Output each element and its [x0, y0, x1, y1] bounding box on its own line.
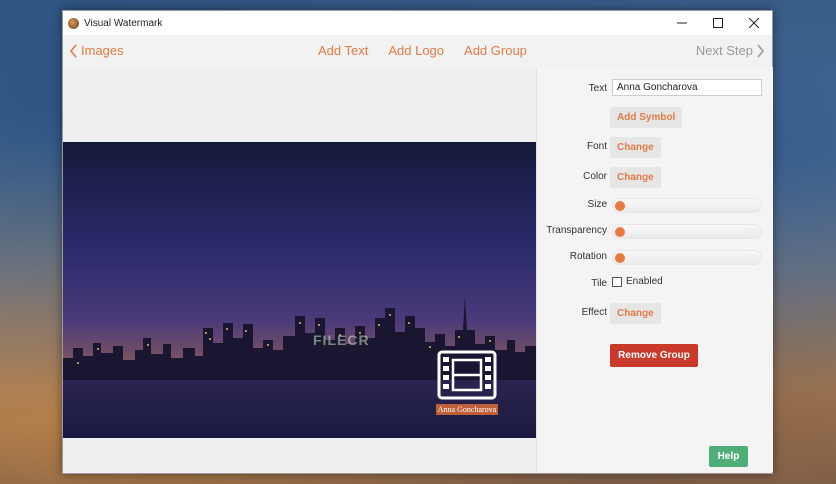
effect-change-button[interactable]: Change: [610, 303, 661, 324]
color-label: Color: [583, 171, 607, 182]
back-to-images-link[interactable]: Images: [69, 43, 124, 58]
title-bar: Visual Watermark: [63, 11, 772, 35]
transparency-label: Transparency: [546, 225, 607, 236]
font-label: Font: [586, 141, 607, 152]
transparency-slider-handle[interactable]: [615, 227, 625, 237]
watermark-text-overlay[interactable]: Anna Goncharova: [436, 404, 498, 415]
chevron-right-icon: [757, 43, 765, 58]
next-step-link[interactable]: Next Step: [696, 43, 765, 58]
rotation-slider-handle[interactable]: [615, 253, 625, 263]
close-button[interactable]: [736, 11, 772, 35]
rotation-slider[interactable]: 0°: [612, 250, 762, 265]
tile-enabled-checkbox[interactable]: [612, 277, 622, 287]
add-symbol-button[interactable]: Add Symbol: [610, 107, 683, 128]
transparency-slider[interactable]: 0%: [612, 224, 762, 239]
text-label: Text: [588, 83, 607, 94]
rotation-label: Rotation: [569, 251, 607, 262]
app-logo-icon: [68, 17, 79, 29]
window-title: Visual Watermark: [84, 17, 163, 29]
step-navigation: Images Add Text Add Logo Add Group Next …: [63, 35, 772, 67]
preview-photo[interactable]: FILECR Anna Goncharova: [63, 142, 536, 438]
size-label: Size: [587, 199, 607, 210]
watermark-text-input[interactable]: [612, 79, 762, 96]
watermark-settings-panel: Text Add Symbol Font Change Color Change…: [536, 67, 773, 472]
font-change-button[interactable]: Change: [610, 137, 661, 158]
remove-group-button[interactable]: Remove Group: [610, 344, 698, 367]
size-slider-handle[interactable]: [615, 201, 625, 211]
rotation-value: 0°: [748, 254, 755, 261]
preview-area: FILECR Anna Goncharova: [63, 67, 536, 472]
transparency-value: 0%: [744, 228, 755, 235]
maximize-icon: [713, 18, 723, 28]
site-watermark-text: FILECR: [313, 332, 370, 348]
next-step-label: Next Step: [695, 43, 753, 58]
chevron-left-icon: [69, 43, 77, 58]
app-window: Visual Watermark Images Add Text Add Log…: [62, 10, 773, 474]
minimize-icon: [677, 22, 687, 24]
close-icon: [749, 18, 759, 28]
add-logo-link[interactable]: Add Logo: [388, 43, 444, 58]
minimize-button[interactable]: [664, 11, 700, 35]
color-change-button[interactable]: Change: [610, 167, 661, 188]
effect-label: Effect: [581, 307, 607, 318]
add-group-link[interactable]: Add Group: [464, 43, 527, 58]
tile-label: Tile: [591, 278, 607, 289]
film-strip-logo-icon: [437, 350, 497, 400]
back-label: Images: [81, 43, 124, 58]
add-text-link[interactable]: Add Text: [318, 43, 368, 58]
tile-enabled-label[interactable]: Enabled: [626, 276, 663, 287]
help-button[interactable]: Help: [709, 446, 748, 467]
size-slider[interactable]: [612, 198, 762, 213]
maximize-button[interactable]: [700, 11, 736, 35]
